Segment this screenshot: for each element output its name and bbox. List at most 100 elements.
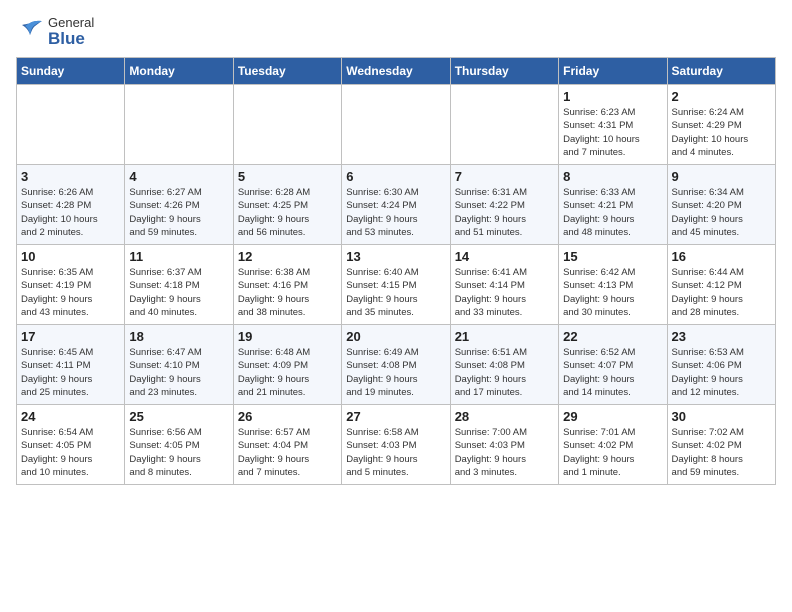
day-info: Sunrise: 6:37 AM Sunset: 4:18 PM Dayligh… [129,266,228,319]
calendar-cell: 12 Sunrise: 6:38 AM Sunset: 4:16 PM Dayli… [233,244,341,324]
weekday-header-sunday: Sunday [17,57,125,84]
calendar-cell: 1 Sunrise: 6:23 AM Sunset: 4:31 PM Daylig… [559,84,667,164]
calendar-cell: 26 Sunrise: 6:57 AM Sunset: 4:04 PM Dayli… [233,404,341,484]
day-number: 23 [672,329,771,344]
calendar-cell: 30 Sunrise: 7:02 AM Sunset: 4:02 PM Dayli… [667,404,775,484]
logo-text-blue: Blue [48,30,94,49]
day-info: Sunrise: 6:47 AM Sunset: 4:10 PM Dayligh… [129,346,228,399]
calendar-cell: 19Sunrise: 6:48 AM Sunset: 4:09 PM Dayli… [233,324,341,404]
calendar-cell [17,84,125,164]
calendar-week-4: 17 Sunrise: 6:45 AM Sunset: 4:11 PM Dayli… [17,324,776,404]
calendar-cell: 6Sunrise: 6:30 AM Sunset: 4:24 PM Daylig… [342,164,450,244]
day-number: 14 [455,249,554,264]
calendar-cell: 13Sunrise: 6:40 AM Sunset: 4:15 PM Dayli… [342,244,450,324]
day-info: Sunrise: 6:33 AM Sunset: 4:21 PM Dayligh… [563,186,662,239]
day-number: 27 [346,409,445,424]
weekday-header-wednesday: Wednesday [342,57,450,84]
calendar-cell: 15 Sunrise: 6:42 AM Sunset: 4:13 PM Dayli… [559,244,667,324]
day-number: 10 [21,249,120,264]
logo: General Blue [16,16,94,49]
day-number: 22 [563,329,662,344]
calendar-cell: 9Sunrise: 6:34 AM Sunset: 4:20 PM Daylig… [667,164,775,244]
day-number: 5 [238,169,337,184]
day-info: Sunrise: 6:23 AM Sunset: 4:31 PM Dayligh… [563,106,662,159]
calendar-cell: 10 Sunrise: 6:35 AM Sunset: 4:19 PM Dayli… [17,244,125,324]
calendar-cell: 24Sunrise: 6:54 AM Sunset: 4:05 PM Dayli… [17,404,125,484]
day-number: 16 [672,249,771,264]
calendar-cell: 20 Sunrise: 6:49 AM Sunset: 4:08 PM Dayli… [342,324,450,404]
calendar-cell [342,84,450,164]
day-number: 19 [238,329,337,344]
day-info: Sunrise: 6:24 AM Sunset: 4:29 PM Dayligh… [672,106,771,159]
calendar-cell: 25 Sunrise: 6:56 AM Sunset: 4:05 PM Dayli… [125,404,233,484]
calendar-cell: 8 Sunrise: 6:33 AM Sunset: 4:21 PM Daylig… [559,164,667,244]
calendar-cell: 17 Sunrise: 6:45 AM Sunset: 4:11 PM Dayli… [17,324,125,404]
day-info: Sunrise: 6:51 AM Sunset: 4:08 PM Dayligh… [455,346,554,399]
day-info: Sunrise: 6:57 AM Sunset: 4:04 PM Dayligh… [238,426,337,479]
day-info: Sunrise: 6:42 AM Sunset: 4:13 PM Dayligh… [563,266,662,319]
weekday-header-monday: Monday [125,57,233,84]
day-info: Sunrise: 7:00 AM Sunset: 4:03 PM Dayligh… [455,426,554,479]
calendar-week-1: 1 Sunrise: 6:23 AM Sunset: 4:31 PM Daylig… [17,84,776,164]
day-number: 28 [455,409,554,424]
day-info: Sunrise: 6:34 AM Sunset: 4:20 PM Dayligh… [672,186,771,239]
day-info: Sunrise: 7:01 AM Sunset: 4:02 PM Dayligh… [563,426,662,479]
day-info: Sunrise: 6:28 AM Sunset: 4:25 PM Dayligh… [238,186,337,239]
calendar-cell: 7 Sunrise: 6:31 AM Sunset: 4:22 PM Daylig… [450,164,558,244]
calendar-cell: 11 Sunrise: 6:37 AM Sunset: 4:18 PM Dayli… [125,244,233,324]
day-number: 1 [563,89,662,104]
day-info: Sunrise: 6:38 AM Sunset: 4:16 PM Dayligh… [238,266,337,319]
calendar-cell: 29Sunrise: 7:01 AM Sunset: 4:02 PM Dayli… [559,404,667,484]
calendar-cell: 3Sunrise: 6:26 AM Sunset: 4:28 PM Daylig… [17,164,125,244]
calendar-cell: 2Sunrise: 6:24 AM Sunset: 4:29 PM Daylig… [667,84,775,164]
day-info: Sunrise: 6:49 AM Sunset: 4:08 PM Dayligh… [346,346,445,399]
day-info: Sunrise: 6:45 AM Sunset: 4:11 PM Dayligh… [21,346,120,399]
calendar-cell: 22 Sunrise: 6:52 AM Sunset: 4:07 PM Dayli… [559,324,667,404]
calendar-cell [233,84,341,164]
day-info: Sunrise: 6:52 AM Sunset: 4:07 PM Dayligh… [563,346,662,399]
day-number: 21 [455,329,554,344]
calendar-table: SundayMondayTuesdayWednesdayThursdayFrid… [16,57,776,485]
day-number: 30 [672,409,771,424]
calendar-week-5: 24Sunrise: 6:54 AM Sunset: 4:05 PM Dayli… [17,404,776,484]
calendar-week-3: 10 Sunrise: 6:35 AM Sunset: 4:19 PM Dayli… [17,244,776,324]
calendar-cell: 18Sunrise: 6:47 AM Sunset: 4:10 PM Dayli… [125,324,233,404]
day-number: 20 [346,329,445,344]
weekday-header-thursday: Thursday [450,57,558,84]
day-info: Sunrise: 6:41 AM Sunset: 4:14 PM Dayligh… [455,266,554,319]
day-info: Sunrise: 6:30 AM Sunset: 4:24 PM Dayligh… [346,186,445,239]
day-number: 17 [21,329,120,344]
calendar-cell: 28 Sunrise: 7:00 AM Sunset: 4:03 PM Dayli… [450,404,558,484]
header: General Blue [16,16,776,49]
calendar-cell: 5 Sunrise: 6:28 AM Sunset: 4:25 PM Daylig… [233,164,341,244]
day-info: Sunrise: 6:31 AM Sunset: 4:22 PM Dayligh… [455,186,554,239]
weekday-header-saturday: Saturday [667,57,775,84]
day-number: 12 [238,249,337,264]
day-number: 15 [563,249,662,264]
day-number: 8 [563,169,662,184]
day-info: Sunrise: 6:58 AM Sunset: 4:03 PM Dayligh… [346,426,445,479]
day-number: 11 [129,249,228,264]
day-number: 3 [21,169,120,184]
calendar-header-row: SundayMondayTuesdayWednesdayThursdayFrid… [17,57,776,84]
calendar-cell: 16Sunrise: 6:44 AM Sunset: 4:12 PM Dayli… [667,244,775,324]
day-info: Sunrise: 6:53 AM Sunset: 4:06 PM Dayligh… [672,346,771,399]
day-info: Sunrise: 6:27 AM Sunset: 4:26 PM Dayligh… [129,186,228,239]
weekday-header-tuesday: Tuesday [233,57,341,84]
day-number: 26 [238,409,337,424]
day-number: 24 [21,409,120,424]
day-number: 25 [129,409,228,424]
calendar-cell: 21 Sunrise: 6:51 AM Sunset: 4:08 PM Dayli… [450,324,558,404]
calendar-cell [450,84,558,164]
day-info: Sunrise: 6:40 AM Sunset: 4:15 PM Dayligh… [346,266,445,319]
day-info: Sunrise: 7:02 AM Sunset: 4:02 PM Dayligh… [672,426,771,479]
calendar-cell: 27 Sunrise: 6:58 AM Sunset: 4:03 PM Dayli… [342,404,450,484]
calendar-cell: 23 Sunrise: 6:53 AM Sunset: 4:06 PM Dayli… [667,324,775,404]
day-number: 4 [129,169,228,184]
day-info: Sunrise: 6:56 AM Sunset: 4:05 PM Dayligh… [129,426,228,479]
day-number: 7 [455,169,554,184]
logo-text-general: General [48,16,94,30]
weekday-header-friday: Friday [559,57,667,84]
day-info: Sunrise: 6:35 AM Sunset: 4:19 PM Dayligh… [21,266,120,319]
calendar-cell [125,84,233,164]
